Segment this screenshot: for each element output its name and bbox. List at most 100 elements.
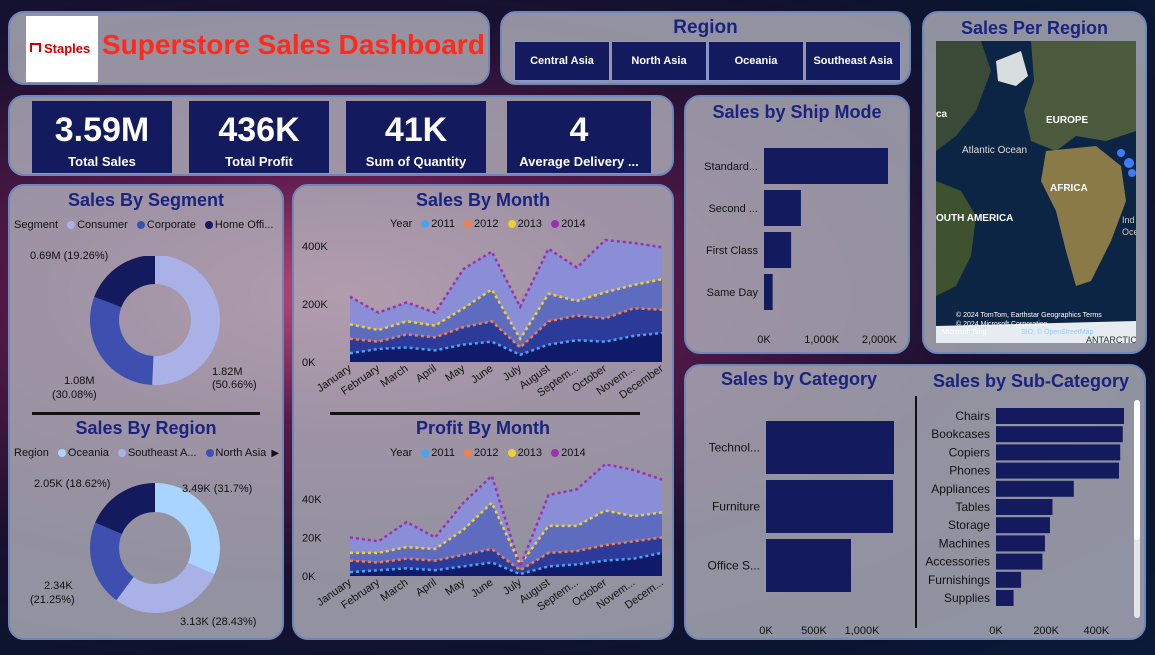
segment-label-consumer-pct: (50.66%) xyxy=(212,379,257,391)
x-tick-label: 0K xyxy=(989,625,1003,637)
bar[interactable] xyxy=(766,480,894,533)
bar[interactable] xyxy=(996,517,1050,534)
bar-label: Appliances xyxy=(931,482,990,496)
divider xyxy=(32,412,260,415)
map-svg: EUROPE Atlantic Ocean AFRICA OUTH AMERIC… xyxy=(936,41,1136,343)
legend-2013[interactable]: 2013 xyxy=(518,447,542,459)
map-credit-3: SIO, © OpenStreetMap xyxy=(1021,328,1094,336)
legend-2014[interactable]: 2014 xyxy=(561,218,585,230)
bar-label: Furniture xyxy=(712,500,760,514)
x-tick-label: 1,000K xyxy=(845,625,881,637)
kpi-panel: 3.59M Total Sales 436K Total Profit 41K … xyxy=(8,95,674,176)
donut-slice-oceania[interactable] xyxy=(155,483,220,575)
legend-corporate[interactable]: Corporate xyxy=(147,219,196,231)
slicer-north-asia[interactable]: North Asia xyxy=(611,41,707,81)
subcategory-scrollbar[interactable] xyxy=(1134,400,1140,618)
bar[interactable] xyxy=(996,499,1053,515)
legend-north-asia[interactable]: North Asia xyxy=(216,447,267,459)
region-chart-title: Sales By Region xyxy=(75,418,217,438)
bar[interactable] xyxy=(996,408,1124,424)
bar[interactable] xyxy=(996,426,1123,443)
logo-text: Staples xyxy=(44,41,91,56)
map-label-africa: AFRICA xyxy=(1050,183,1088,194)
map-label-south-america: OUTH AMERICA xyxy=(936,213,1013,224)
bar[interactable] xyxy=(996,535,1045,552)
month-panel: Sales By Month Year 2011 2012 2013 2014 … xyxy=(292,184,674,640)
region-label-southeast: 3.13K (28.43%) xyxy=(180,616,257,628)
bar[interactable] xyxy=(766,421,894,474)
header-panel: Staples Superstore Sales Dashboard xyxy=(8,11,490,85)
segment-label-corporate-pct: (30.08%) xyxy=(52,389,97,401)
legend-2014[interactable]: 2014 xyxy=(561,447,585,459)
x-tick-label: 500K xyxy=(801,625,827,637)
y-tick-label: 20K xyxy=(302,532,322,544)
bar[interactable] xyxy=(996,462,1119,479)
slicer-central-asia[interactable]: Central Asia xyxy=(514,41,610,81)
kpi-label: Total Sales xyxy=(68,154,136,169)
donut-slice-home-office[interactable] xyxy=(94,256,155,308)
bar-label: Bookcases xyxy=(931,427,990,441)
map-credit-1: © 2024 TomTom, Earthstar Geographics Ter… xyxy=(956,311,1102,319)
map-label-europe: EUROPE xyxy=(1046,115,1089,126)
donut-slice-southeast-asia[interactable] xyxy=(116,562,215,613)
legend-2011[interactable]: 2011 xyxy=(431,447,455,459)
sales-map[interactable]: EUROPE Atlantic Ocean AFRICA OUTH AMERIC… xyxy=(936,41,1136,343)
subcategory-title: Sales by Sub-Category xyxy=(932,371,1130,391)
sales-month-legend: Year 2011 2012 2013 2014 xyxy=(390,218,586,230)
map-panel: Sales Per Region EUROPE Atlantic Ocean A… xyxy=(922,11,1147,354)
legend-consumer[interactable]: Consumer xyxy=(77,219,128,231)
kpi-value: 3.59M xyxy=(54,111,150,149)
x-tick-label: 1,000K xyxy=(804,334,840,346)
map-credit-2: © 2024 Microsoft Corporation xyxy=(956,320,1048,328)
legend-2011[interactable]: 2011 xyxy=(431,218,455,230)
donut-slice-corporate[interactable] xyxy=(90,296,154,385)
scrollbar-thumb[interactable] xyxy=(1134,400,1140,540)
x-tick-label: 200K xyxy=(1033,625,1059,637)
map-label-ind: Ind xyxy=(1122,215,1135,225)
category-title: Sales by Category xyxy=(720,369,878,389)
profit-month-legend: Year 2011 2012 2013 2014 xyxy=(390,447,586,459)
slicer-southeast-asia[interactable]: Southeast Asia xyxy=(805,41,901,81)
bar-label: Furnishings xyxy=(928,573,990,587)
region-label-north-pct: (21.25%) xyxy=(30,594,75,606)
x-tick-label: 2,000K xyxy=(862,334,898,346)
legend-2013[interactable]: 2013 xyxy=(518,218,542,230)
legend-oceania[interactable]: Oceania xyxy=(68,447,109,459)
segment-label-consumer-val: 1.82M xyxy=(212,366,243,378)
category-chart: Technol... Furniture Office S... 0K 500K 1,00… xyxy=(708,421,894,637)
legend-next-icon[interactable]: ▶ xyxy=(271,448,279,459)
bar[interactable] xyxy=(996,590,1014,606)
bar-label: First Class xyxy=(706,245,758,257)
kpi-total-profit: 436K Total Profit xyxy=(189,101,329,173)
map-label-oce: Oce xyxy=(1122,227,1136,237)
legend-southeast-asia[interactable]: Southeast A... xyxy=(128,447,197,459)
bar[interactable] xyxy=(996,571,1022,588)
bar-label: Accessories xyxy=(925,555,990,569)
slicer-oceania[interactable]: Oceania xyxy=(708,41,804,81)
bar[interactable] xyxy=(764,274,773,310)
bar[interactable] xyxy=(766,539,852,592)
bar[interactable] xyxy=(764,148,888,184)
map-label-antarctic: ANTARCTIC xyxy=(1086,335,1136,343)
legend-home-office[interactable]: Home Offi... xyxy=(215,219,273,231)
bar-label: Machines xyxy=(939,536,990,550)
legend-2012[interactable]: 2012 xyxy=(474,218,498,230)
x-tick-label: May xyxy=(443,362,467,384)
legend-2012[interactable]: 2012 xyxy=(474,447,498,459)
divider xyxy=(330,412,640,415)
bar[interactable] xyxy=(996,553,1043,570)
y-tick-label: 40K xyxy=(302,494,322,506)
sales-month-title: Sales By Month xyxy=(415,190,551,210)
donut-slice-consumer[interactable] xyxy=(152,256,220,385)
donut-slice-central-asia[interactable] xyxy=(95,483,155,534)
bar[interactable] xyxy=(764,190,801,226)
x-tick-label: March xyxy=(379,577,411,604)
bar[interactable] xyxy=(764,232,792,268)
kpi-value: 436K xyxy=(218,111,300,149)
bar[interactable] xyxy=(996,480,1074,497)
profit-month-title: Profit By Month xyxy=(416,418,550,438)
x-tick-label: 400K xyxy=(1084,625,1110,637)
ship-mode-chart: Standard... Second ... First Class Same Day… xyxy=(704,148,898,346)
year-legend-title: Year xyxy=(390,218,413,230)
bar[interactable] xyxy=(996,444,1121,461)
